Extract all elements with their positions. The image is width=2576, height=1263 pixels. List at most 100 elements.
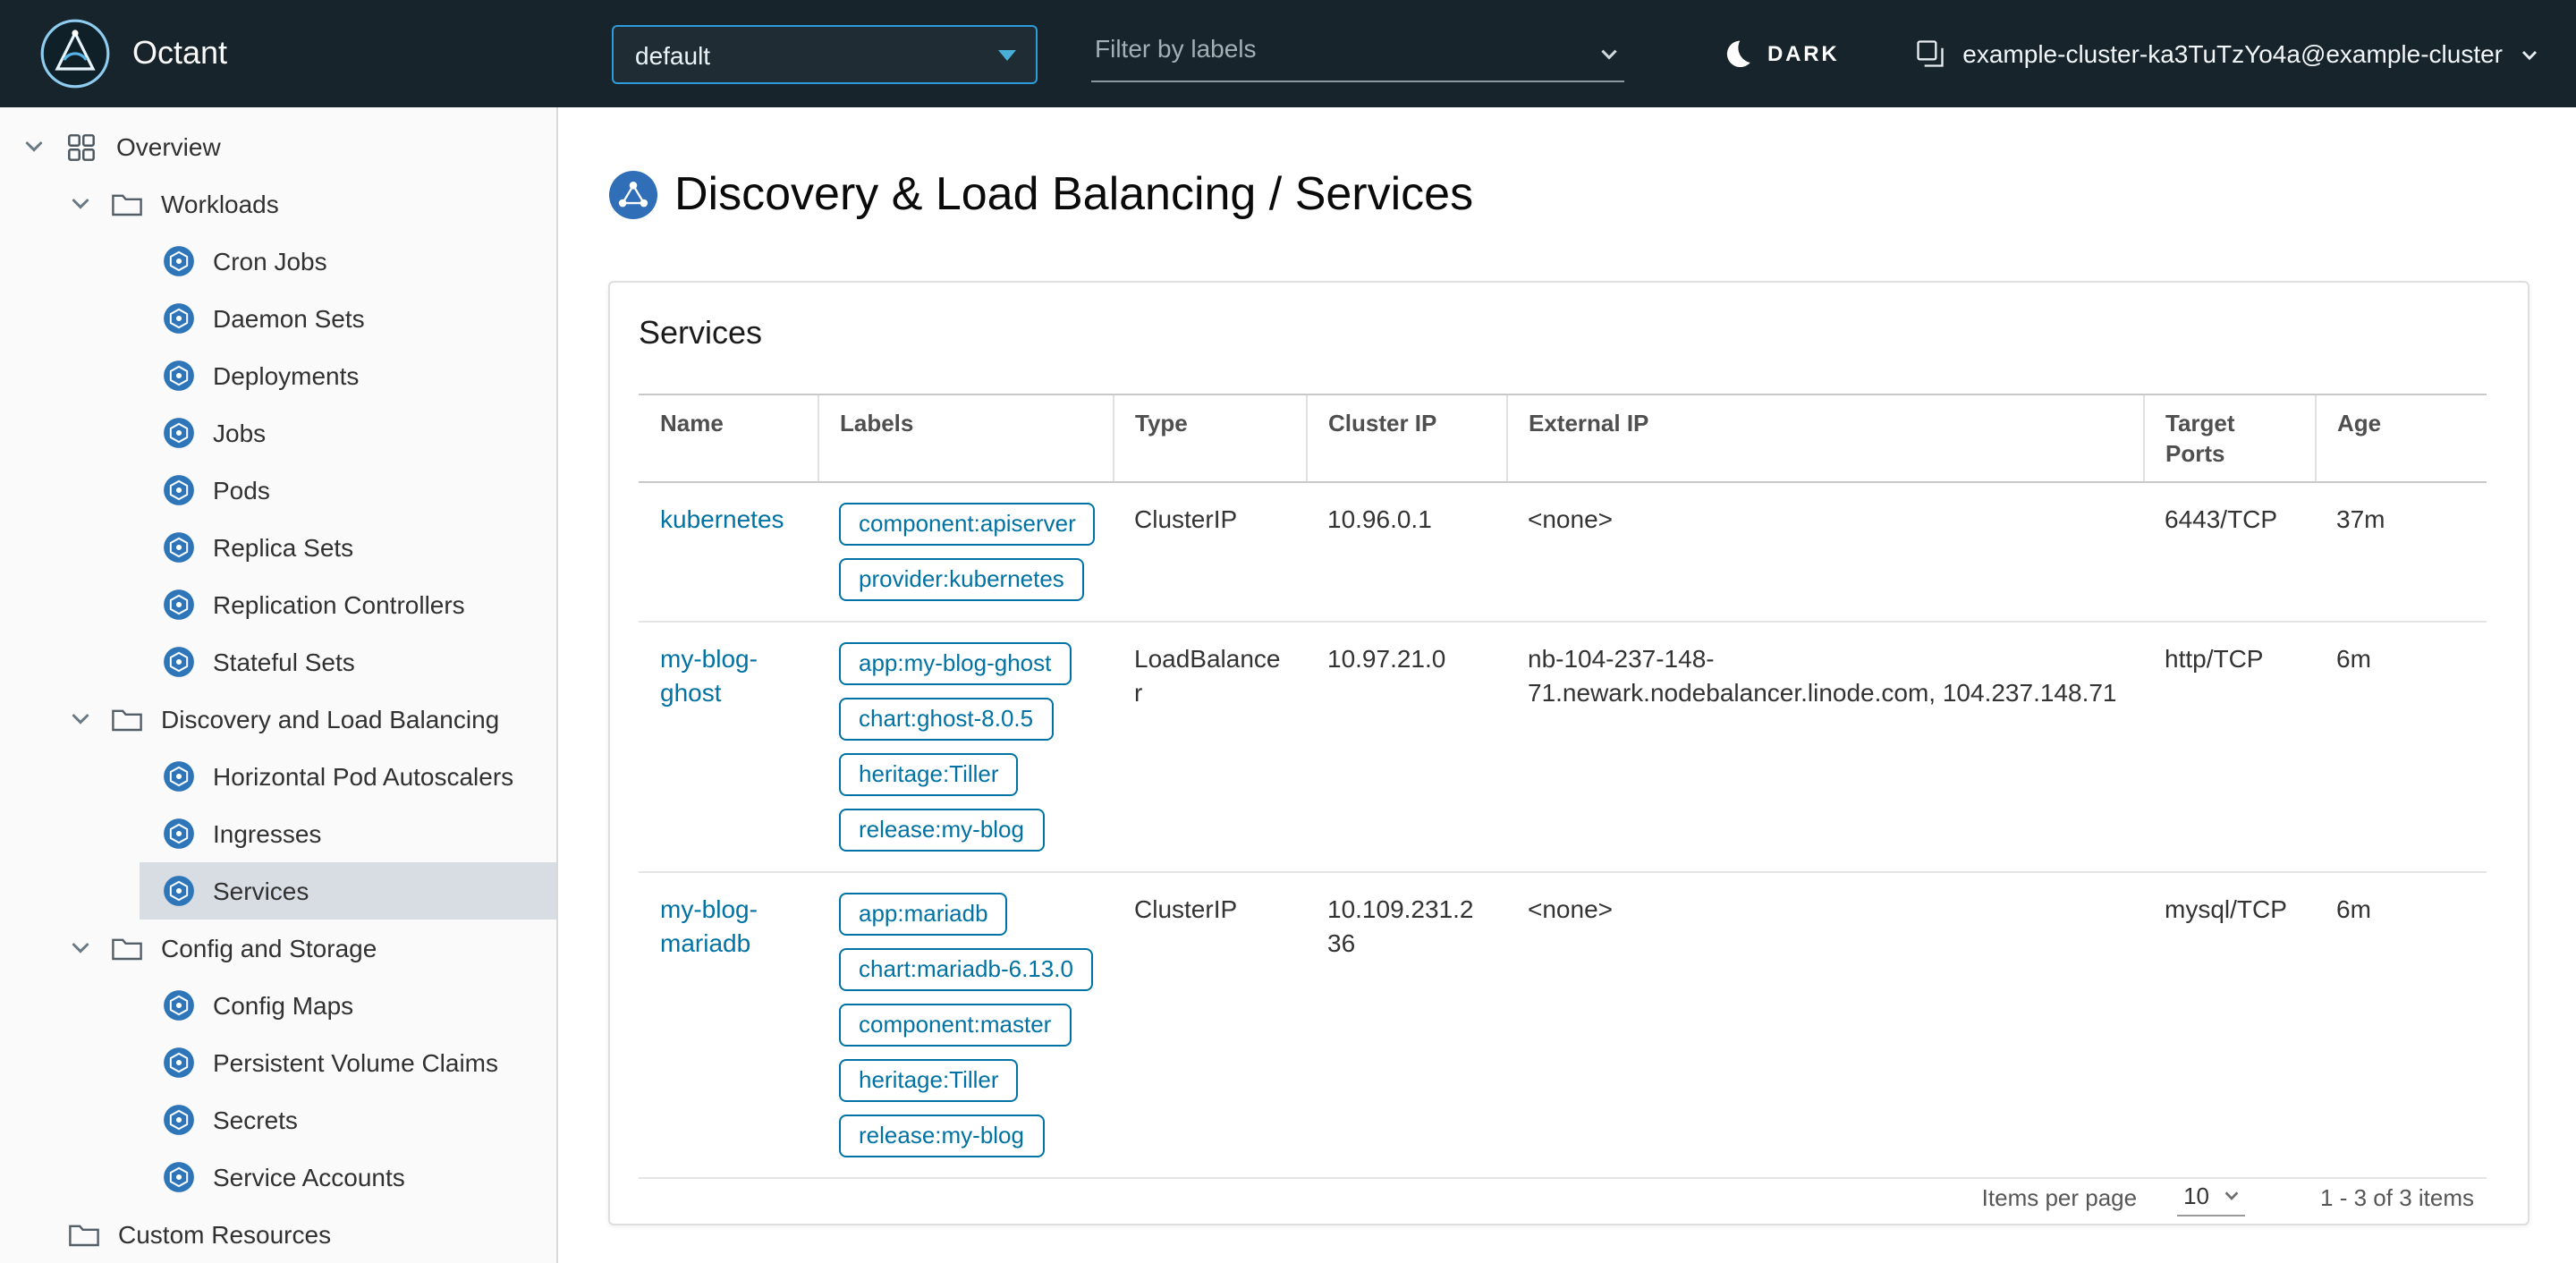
age-cell: 6m — [2315, 872, 2487, 1179]
sidebar-item-persistent-volume-claims[interactable]: Persistent Volume Claims — [140, 1034, 556, 1091]
sidebar-item-label: Secrets — [213, 1106, 298, 1134]
sidebar-item-label: Stateful Sets — [213, 648, 355, 676]
sidebar-nav: Overview Workloads Cron Jobs Daemon Sets Dep… — [0, 118, 556, 1263]
type-cell: ClusterIP — [1113, 872, 1306, 1179]
cluster-ip-cell: 10.97.21.0 — [1306, 622, 1506, 873]
sidebar-item-daemon-sets[interactable]: Daemon Sets — [140, 290, 556, 347]
persistent-volume-claims-icon — [163, 1047, 195, 1079]
sidebar-item-horizontal-pod-autoscalers[interactable]: Horizontal Pod Autoscalers — [140, 748, 556, 805]
label-badge: heritage:Tiller — [839, 753, 1019, 796]
folder-icon — [68, 1221, 100, 1248]
label-filter — [1091, 25, 1624, 82]
replica-sets-icon — [163, 531, 195, 564]
sidebar-item-services[interactable]: Services — [140, 862, 556, 920]
context-selector[interactable]: example-cluster-ka3TuTzYo4a@example-clus… — [1914, 38, 2540, 70]
type-cell: LoadBalancer — [1113, 622, 1306, 873]
label-badge: app:my-blog-ghost — [839, 642, 1072, 685]
sidebar-item-replica-sets[interactable]: Replica Sets — [140, 519, 556, 576]
octant-app: Octant default DARK example-c — [0, 0, 2576, 1263]
header: Octant default DARK example-c — [0, 0, 2576, 107]
label-badge: release:my-blog — [839, 809, 1044, 852]
column-header-name: Name — [639, 394, 818, 483]
table-wrap: Name Labels Type Cluster IP External IP Targe… — [639, 394, 2499, 1179]
sidebar-item-discovery-and-load-balancing[interactable]: Discovery and Load Balancing — [0, 691, 556, 748]
sidebar-item-replication-controllers[interactable]: Replication Controllers — [140, 576, 556, 633]
chevron-down-icon — [21, 134, 47, 159]
sidebar-item-secrets[interactable]: Secrets — [140, 1091, 556, 1149]
sidebar-item-label: Deployments — [213, 361, 360, 390]
label-badge: heritage:Tiller — [839, 1059, 1019, 1102]
service-accounts-icon — [163, 1161, 195, 1193]
folder-icon — [111, 191, 143, 217]
sidebar-item-config-maps[interactable]: Config Maps — [140, 977, 556, 1034]
sidebar-item-label: Services — [213, 877, 309, 905]
sidebar-item-label: Persistent Volume Claims — [213, 1048, 499, 1077]
items-per-page-value: 10 — [2183, 1182, 2210, 1209]
sidebar-item-custom-resources[interactable]: Custom Resources — [0, 1206, 556, 1263]
column-header-type: Type — [1112, 394, 1306, 483]
sidebar-item-label: Cron Jobs — [213, 247, 327, 275]
namespace-select[interactable]: default — [612, 25, 1038, 84]
sidebar-item-overview[interactable]: Overview — [0, 118, 556, 175]
secrets-icon — [163, 1104, 195, 1136]
sidebar-item-stateful-sets[interactable]: Stateful Sets — [140, 633, 556, 691]
config-maps-icon — [163, 989, 195, 1021]
column-header-age: Age — [2314, 394, 2487, 483]
service-link[interactable]: my-blog-mariadb — [660, 894, 758, 957]
sidebar-item-label: Replication Controllers — [213, 590, 465, 619]
label-filter-input[interactable] — [1091, 25, 1624, 81]
folder-icon — [111, 706, 143, 733]
sidebar-item-workloads[interactable]: Workloads — [0, 175, 556, 233]
name-cell: kubernetes — [639, 482, 818, 623]
target-ports-cell: http/TCP — [2143, 622, 2315, 873]
cluster-icon — [1914, 38, 1946, 70]
deployments-icon — [163, 360, 195, 392]
namespace-caret-icon — [998, 50, 1016, 61]
service-link[interactable]: kubernetes — [660, 504, 784, 533]
app-title: Octant — [132, 35, 228, 71]
column-header-labels: Labels — [817, 394, 1113, 483]
label-badge: component:master — [839, 1004, 1072, 1047]
theme-toggle-label: DARK — [1767, 41, 1840, 66]
sidebar-item-pods[interactable]: Pods — [140, 462, 556, 519]
pagination: Items per page 10 1 - 3 of 3 items — [610, 1179, 2528, 1224]
namespace-select-value: default — [635, 40, 711, 69]
name-cell: my-blog-mariadb — [639, 872, 818, 1179]
sidebar-item-label: Pods — [213, 476, 270, 504]
label-badge: chart:mariadb-6.13.0 — [839, 948, 1093, 991]
pods-icon — [163, 474, 195, 506]
table-row: my-blog-ghost app:my-blog-ghost chart:ghos… — [639, 622, 2487, 873]
label-badge: chart:ghost-8.0.5 — [839, 698, 1054, 741]
services-icon — [163, 875, 195, 907]
octant-logo-icon — [39, 18, 111, 89]
cluster-ip-cell: 10.109.231.236 — [1306, 872, 1506, 1179]
sidebar-item-config-and-storage[interactable]: Config and Storage — [0, 920, 556, 977]
external-ip-cell: <none> — [1506, 872, 2143, 1179]
label-badge: provider:kubernetes — [839, 558, 1084, 601]
labels-cell: component:apiserver provider:kubernetes — [818, 482, 1113, 623]
theme-toggle[interactable]: DARK — [1721, 38, 1840, 70]
service-link[interactable]: my-blog-ghost — [660, 644, 758, 707]
sidebar-item-ingresses[interactable]: Ingresses — [140, 805, 556, 862]
table-row: kubernetes component:apiserver provider:ku… — [639, 482, 2487, 623]
services-table: Name Labels Type Cluster IP External IP Targe… — [639, 394, 2487, 1179]
replication-controllers-icon — [163, 589, 195, 621]
sidebar-item-label: Ingresses — [213, 819, 322, 848]
items-per-page-select[interactable]: 10 — [2176, 1179, 2246, 1216]
sidebar-item-deployments[interactable]: Deployments — [140, 347, 556, 404]
external-ip-cell: <none> — [1506, 482, 2143, 623]
filter-chevron-down-icon[interactable] — [1597, 43, 1621, 66]
pagination-range: 1 - 3 of 3 items — [2320, 1184, 2474, 1211]
sidebar-item-jobs[interactable]: Jobs — [140, 404, 556, 462]
page-title: Discovery & Load Balancing / Services — [674, 166, 1474, 220]
services-table-head-row: Name Labels Type Cluster IP External IP Targe… — [639, 394, 2487, 483]
services-card: Services Name Labels Type Cluster IP Externa… — [608, 281, 2529, 1225]
chevron-down-icon — [68, 936, 93, 961]
sidebar-item-service-accounts[interactable]: Service Accounts — [140, 1149, 556, 1206]
labels-cell: app:mariadb chart:mariadb-6.13.0 component… — [818, 872, 1113, 1179]
overview-icon — [64, 130, 98, 164]
discovery-load-balancing-icon — [608, 169, 658, 219]
sidebar-item-cron-jobs[interactable]: Cron Jobs — [140, 233, 556, 290]
label-badge: app:mariadb — [839, 893, 1008, 936]
label-list: component:apiserver provider:kubernetes — [839, 503, 1096, 601]
